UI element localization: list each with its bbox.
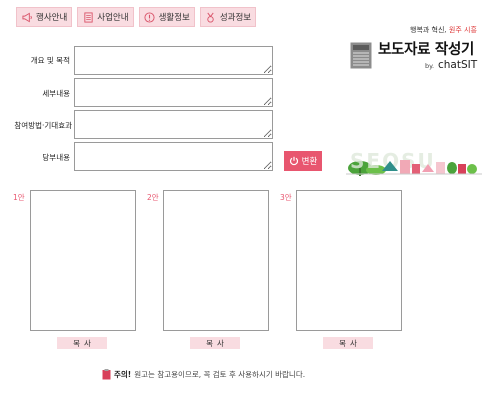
convert-label: 변환: [301, 156, 318, 166]
overview-label: 개요 및 목적: [30, 56, 70, 65]
top-nav: 행사안내 사업안내 생활정보 성과정보: [16, 7, 257, 27]
tab-business[interactable]: 사업안내: [77, 7, 134, 27]
power-icon: [289, 156, 298, 166]
city-illustration: SEOSU: [346, 149, 482, 176]
newspaper-icon: [350, 42, 372, 69]
notice-text: 원고는 참고용이므로, 꼭 검토 후 사용하시기 바랍니다.: [134, 370, 306, 379]
warning-icon: [102, 369, 111, 380]
tab-living-info-label: 생활정보: [158, 13, 190, 23]
megaphone-icon: [21, 11, 33, 23]
tab-performance[interactable]: 성과정보: [199, 7, 257, 27]
info-icon: [144, 11, 156, 23]
request-input[interactable]: [74, 142, 273, 171]
tab-events[interactable]: 행사안내: [16, 7, 73, 27]
app-title: 보도자료 작성기: [378, 42, 475, 58]
draft-2-number: 2안: [147, 193, 159, 202]
slogan-city: 원주: [448, 26, 462, 34]
medal-icon: [205, 11, 217, 23]
overview-input[interactable]: [74, 46, 273, 75]
tab-events-label: 행사안내: [36, 13, 68, 23]
brand-block: 행복과 혁신, 원주 시흥 보도자료 작성기 by. chatSIT: [348, 25, 478, 75]
tab-living-info[interactable]: 생활정보: [138, 7, 195, 27]
notice-bold: 주의!: [114, 370, 132, 379]
copy-draft-2-button[interactable]: 복사: [190, 337, 240, 349]
slogan-end: 시흥: [464, 26, 477, 34]
participation-input[interactable]: [74, 110, 273, 139]
request-label: 당부내용: [42, 153, 70, 162]
tab-performance-label: 성과정보: [219, 13, 252, 23]
tab-business-label: 사업안내: [97, 13, 129, 23]
details-label: 세부내용: [42, 89, 70, 98]
slogan-text: 행복과 혁신,: [410, 26, 447, 34]
copy-draft-3-button[interactable]: 복사: [323, 337, 373, 349]
document-list-icon: [82, 11, 94, 23]
draft-1-textarea[interactable]: [30, 190, 136, 331]
city-slogan: 행복과 혁신, 원주 시흥: [410, 25, 477, 35]
copy-draft-1-button[interactable]: 복사: [57, 337, 107, 349]
by-label: by.: [425, 62, 435, 70]
draft-2-textarea[interactable]: [163, 190, 269, 331]
notice: 주의! 원고는 참고용이므로, 꼭 검토 후 사용하시기 바랍니다.: [102, 369, 305, 380]
chatsit-label: chatSIT: [438, 59, 478, 71]
draft-3-textarea[interactable]: [296, 190, 402, 331]
draft-1-number: 1안: [13, 193, 25, 202]
draft-3-number: 3안: [280, 193, 292, 202]
participation-label: 참여방법·기대효과: [14, 121, 72, 130]
convert-button[interactable]: 변환: [284, 151, 322, 171]
details-input[interactable]: [74, 78, 273, 107]
